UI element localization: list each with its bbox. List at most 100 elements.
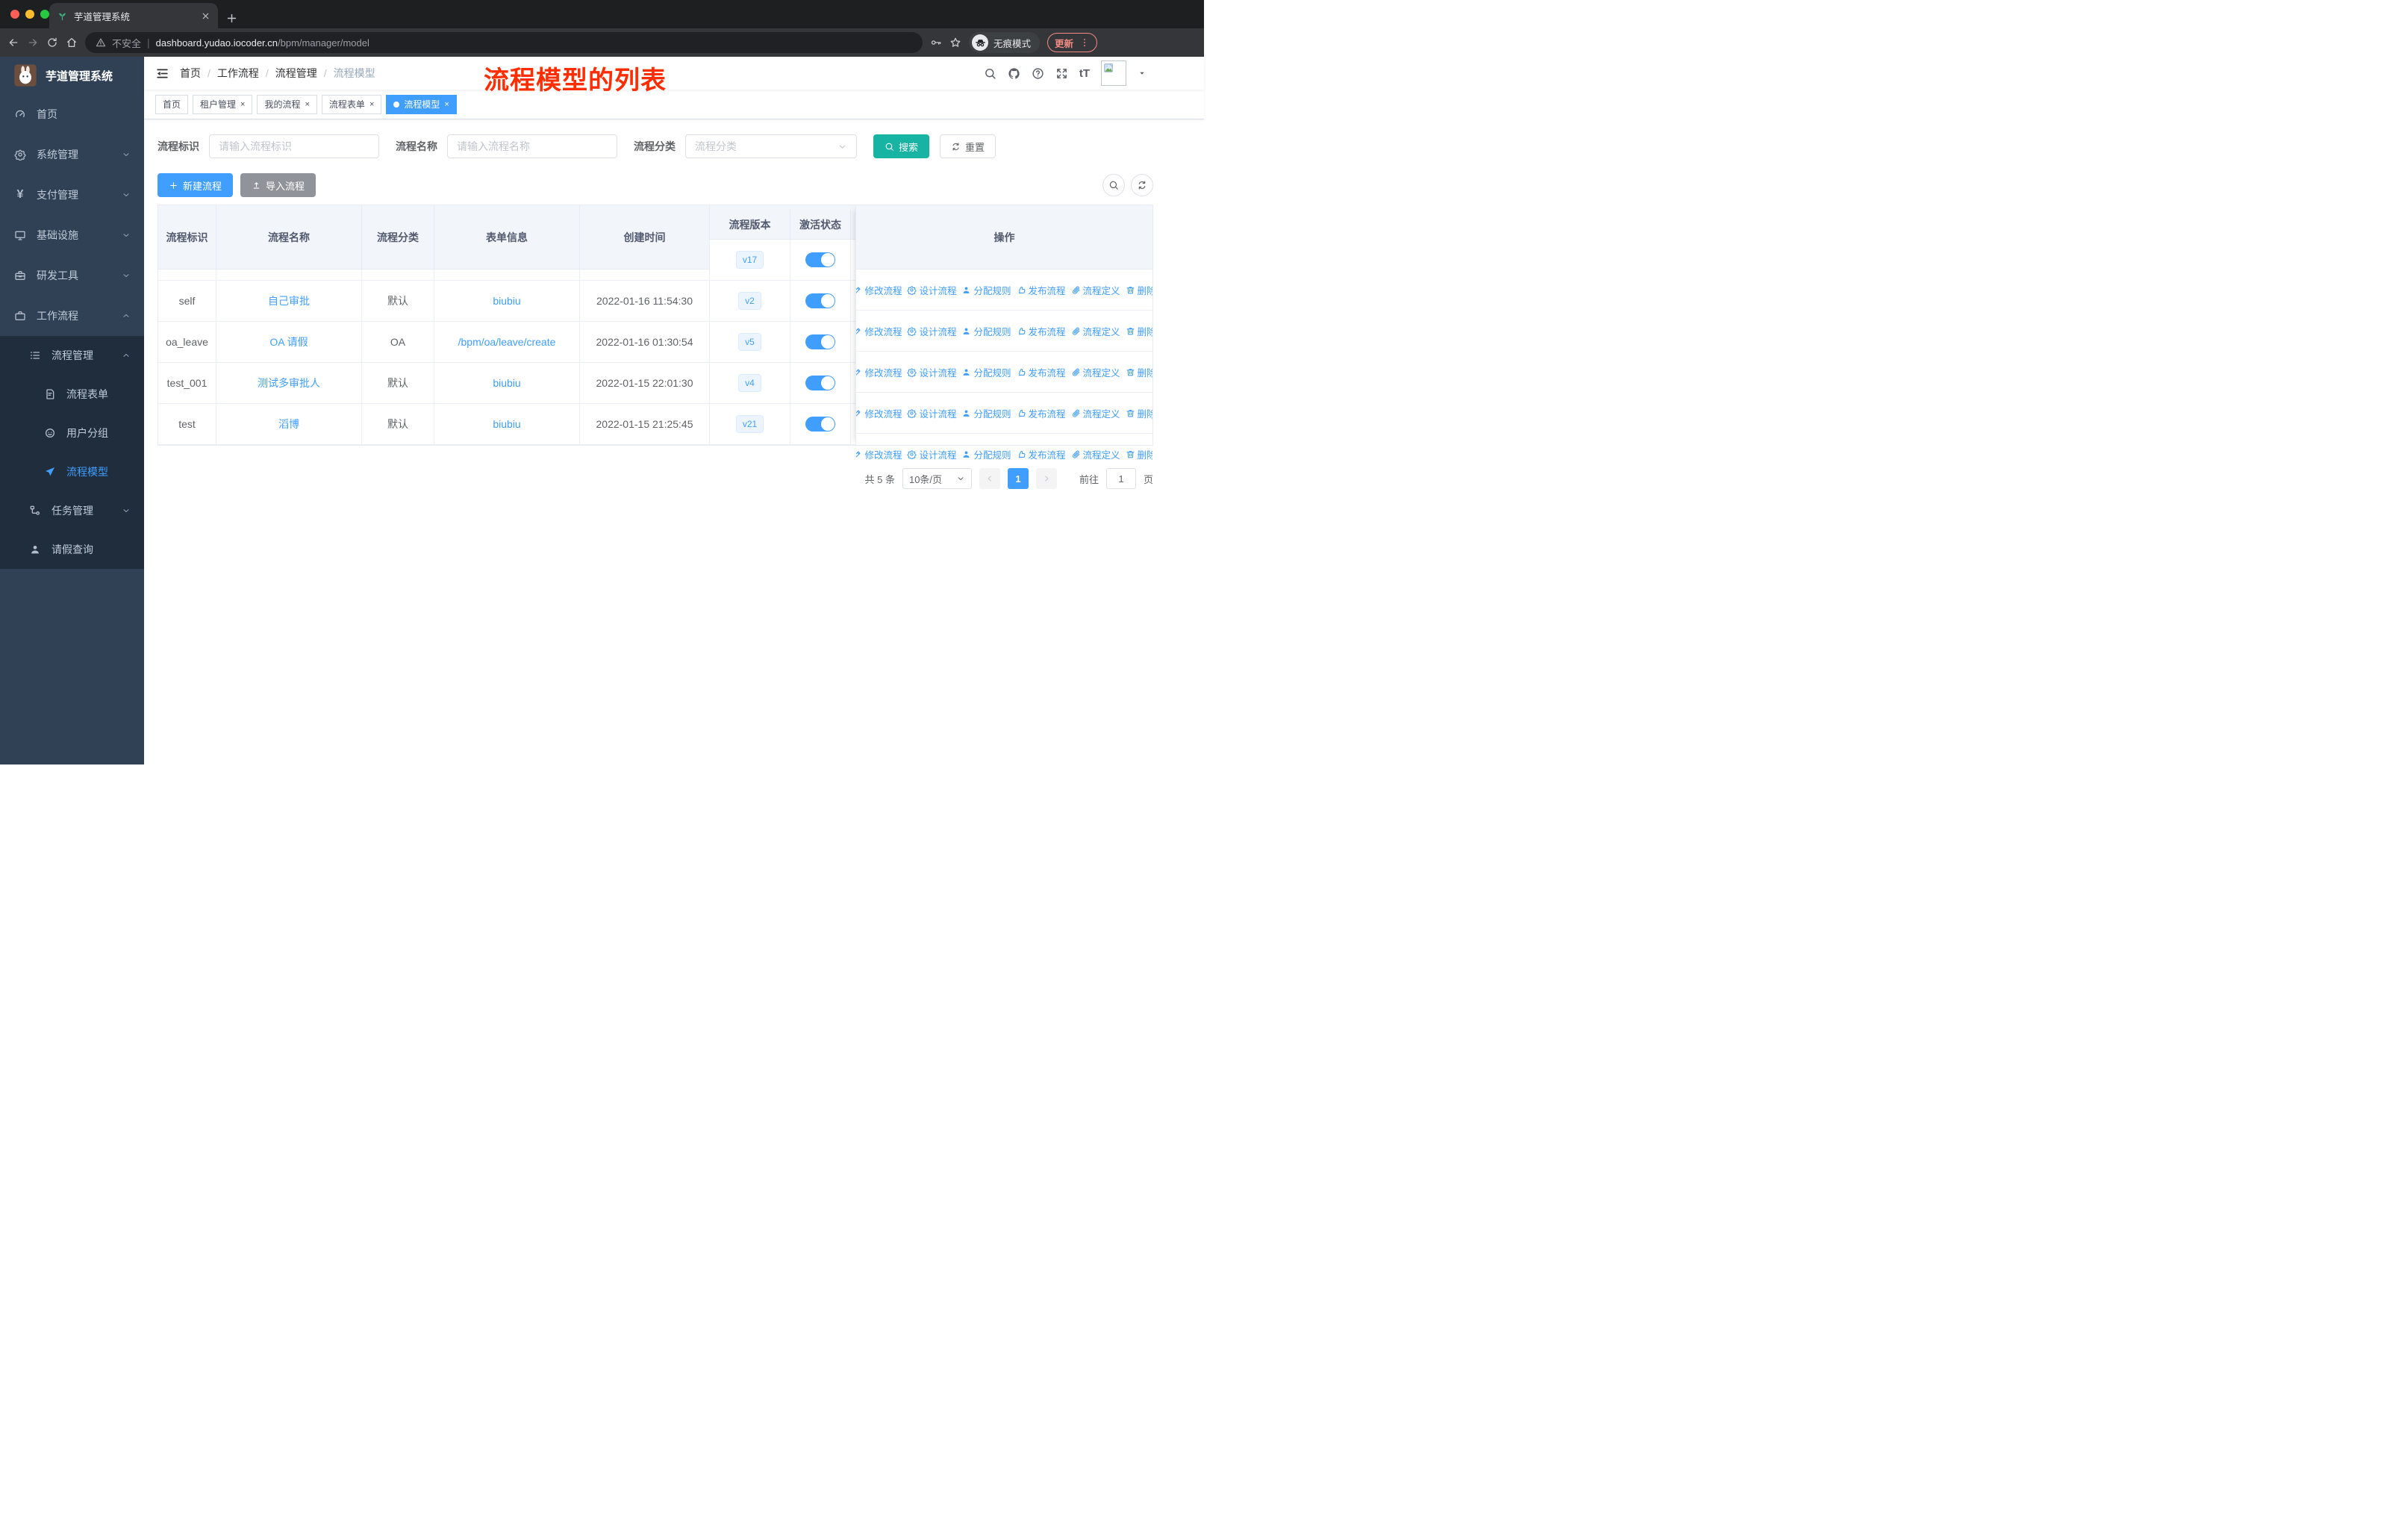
action-assign[interactable]: 分配规则 (961, 447, 1011, 461)
browser-tab[interactable]: 芋道管理系统 (49, 3, 218, 28)
action-definition[interactable]: 流程定义 (1071, 365, 1120, 379)
cell-form[interactable]: biubiu (434, 281, 580, 321)
fullscreen-icon[interactable] (1055, 67, 1068, 80)
help-icon[interactable] (1032, 67, 1044, 80)
close-window-button[interactable] (10, 10, 19, 19)
link-text[interactable]: biubiu (493, 295, 520, 307)
cell-name[interactable]: 滔博 (216, 404, 362, 444)
sidebar-item-11[interactable]: 任务管理 (0, 491, 144, 530)
sub-column-header-1[interactable]: 流程版本 (710, 210, 790, 240)
link-text[interactable]: 滔博 (278, 417, 299, 432)
forward-button[interactable] (27, 37, 39, 49)
action-publish[interactable]: 发布流程 (1017, 406, 1066, 420)
github-icon[interactable] (1008, 67, 1020, 80)
column-header-2[interactable]: 流程名称 (216, 205, 362, 270)
breadcrumb-item[interactable]: 流程管理 (275, 66, 317, 81)
breadcrumb-item[interactable]: 首页 (180, 66, 201, 81)
action-publish[interactable]: 发布流程 (1017, 283, 1066, 297)
bookmark-star-icon[interactable] (949, 37, 961, 49)
browser-menu-icon[interactable] (1079, 37, 1090, 48)
action-design[interactable]: 设计流程 (907, 283, 956, 297)
new-tab-button[interactable] (225, 12, 238, 25)
column-header-4[interactable]: 表单信息 (434, 205, 580, 270)
cell-name[interactable]: 自己审批 (216, 281, 362, 321)
sidebar-item-2[interactable]: 系统管理 (0, 134, 144, 175)
link-text[interactable]: OA 请假 (269, 334, 308, 349)
cell-name[interactable]: OA 请假 (216, 322, 362, 362)
home-button[interactable] (66, 37, 78, 49)
action-assign[interactable]: 分配规则 (961, 406, 1011, 420)
sidebar-item-12[interactable]: 请假查询 (0, 530, 144, 569)
tag-close-icon[interactable]: × (240, 100, 245, 109)
sidebar-item-6[interactable]: 工作流程 (0, 296, 144, 336)
action-assign[interactable]: 分配规则 (961, 365, 1011, 379)
reset-button[interactable]: 重置 (940, 134, 996, 158)
tag-流程表单[interactable]: 流程表单× (322, 95, 381, 114)
tag-close-icon[interactable]: × (305, 100, 309, 109)
action-assign[interactable]: 分配规则 (961, 324, 1011, 338)
link-text[interactable]: 测试多审批人 (258, 376, 320, 390)
refresh-table-button[interactable] (1131, 174, 1153, 196)
sidebar-item-7[interactable]: 流程管理 (0, 336, 144, 375)
column-header-5[interactable]: 创建时间 (580, 205, 710, 270)
filter-input-1[interactable]: 请输入流程标识 (209, 134, 379, 158)
header-search-icon[interactable] (984, 67, 996, 80)
action-design[interactable]: 设计流程 (907, 365, 956, 379)
action-delete[interactable]: 删除 (1126, 365, 1152, 379)
breadcrumb-item[interactable]: 工作流程 (217, 66, 259, 81)
active-toggle[interactable] (805, 376, 835, 390)
import-process-button[interactable]: 导入流程 (240, 173, 316, 197)
toggle-search-button[interactable] (1102, 174, 1125, 196)
cell-form[interactable]: /bpm/oa/leave/create (434, 322, 580, 362)
active-toggle[interactable] (805, 252, 835, 267)
tab-close-icon[interactable] (201, 11, 210, 21)
cell-form[interactable]: biubiu (434, 404, 580, 444)
avatar[interactable] (1101, 60, 1126, 86)
action-edit[interactable]: 修改流程 (856, 324, 902, 338)
password-key-icon[interactable] (930, 37, 942, 49)
tag-首页[interactable]: 首页 (155, 95, 188, 114)
link-text[interactable]: /bpm/oa/leave/create (458, 336, 556, 348)
action-definition[interactable]: 流程定义 (1071, 324, 1120, 338)
active-toggle[interactable] (805, 417, 835, 432)
search-button[interactable]: 搜索 (873, 134, 929, 158)
action-delete[interactable]: 删除 (1126, 283, 1152, 297)
filter-input-2[interactable]: 请输入流程名称 (447, 134, 617, 158)
cell-form[interactable]: biubiu (434, 363, 580, 403)
tag-流程模型[interactable]: 流程模型× (386, 95, 456, 114)
cell-name[interactable]: 测试多审批人 (216, 363, 362, 403)
column-header-1[interactable]: 流程标识 (158, 205, 216, 270)
action-definition[interactable]: 流程定义 (1071, 283, 1120, 297)
sidebar-item-5[interactable]: 研发工具 (0, 255, 144, 296)
action-edit[interactable]: 修改流程 (856, 365, 902, 379)
active-toggle[interactable] (805, 334, 835, 349)
action-publish[interactable]: 发布流程 (1017, 447, 1066, 461)
sidebar-item-1[interactable]: 首页 (0, 94, 144, 134)
tag-租户管理[interactable]: 租户管理× (193, 95, 252, 114)
action-delete[interactable]: 删除 (1126, 447, 1152, 461)
sidebar-item-8[interactable]: 流程表单 (0, 375, 144, 414)
reload-button[interactable] (46, 37, 58, 49)
minimize-window-button[interactable] (25, 10, 34, 19)
action-assign[interactable]: 分配规则 (961, 283, 1011, 297)
action-edit[interactable]: 修改流程 (856, 447, 902, 461)
action-definition[interactable]: 流程定义 (1071, 447, 1120, 461)
tag-close-icon[interactable]: × (369, 100, 374, 109)
sidebar-item-4[interactable]: 基础设施 (0, 215, 144, 255)
sidebar-item-3[interactable]: ¥支付管理 (0, 175, 144, 215)
sidebar-item-9[interactable]: 用户分组 (0, 414, 144, 452)
action-publish[interactable]: 发布流程 (1017, 324, 1066, 338)
action-edit[interactable]: 修改流程 (856, 283, 902, 297)
action-delete[interactable]: 删除 (1126, 324, 1152, 338)
action-publish[interactable]: 发布流程 (1017, 365, 1066, 379)
back-button[interactable] (7, 37, 19, 49)
column-header-3[interactable]: 流程分类 (362, 205, 434, 270)
link-text[interactable]: biubiu (493, 418, 520, 430)
font-size-icon[interactable]: tT (1079, 67, 1090, 80)
action-design[interactable]: 设计流程 (907, 406, 956, 420)
create-process-button[interactable]: 新建流程 (157, 173, 233, 197)
action-design[interactable]: 设计流程 (907, 447, 956, 461)
sub-column-header-2[interactable]: 激活状态 (790, 210, 851, 240)
sidebar-item-10[interactable]: 流程模型 (0, 452, 144, 491)
filter-select-3[interactable]: 流程分类 (685, 134, 857, 158)
